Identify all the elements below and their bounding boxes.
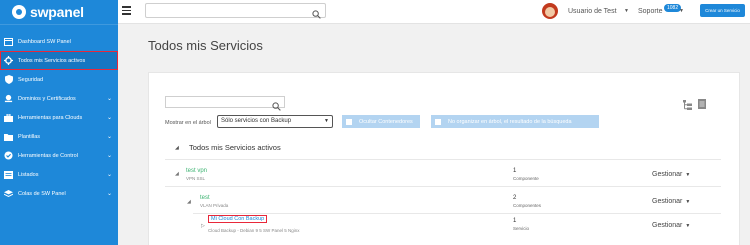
caret-down-icon[interactable]: ▼ xyxy=(624,8,629,14)
chevron-down-icon: ⌄ xyxy=(106,115,112,121)
sidebar-item-control-tools[interactable]: Herramientas de Control ⌄ xyxy=(0,146,118,165)
no-organize-toggle[interactable]: No organizar en árbol, el resultado de l… xyxy=(431,115,599,128)
service-type: VLAN Privada xyxy=(200,203,229,208)
stack-icon xyxy=(4,189,13,198)
search-input[interactable] xyxy=(145,3,326,19)
manage-button[interactable]: Gestionar ▼ xyxy=(652,171,690,178)
divider xyxy=(165,186,721,187)
folder-icon xyxy=(4,132,13,141)
collapse-triangle-icon[interactable]: ◢ xyxy=(187,199,191,205)
checkbox[interactable] xyxy=(434,117,442,126)
sidebar-item-label: Colas de SW Panel xyxy=(18,190,66,197)
sidebar-item-templates[interactable]: Plantillas ⌄ xyxy=(0,127,118,146)
toggle-label: Ocultar Contenedores xyxy=(359,118,413,125)
search-icon[interactable] xyxy=(312,6,321,24)
menu-icon[interactable] xyxy=(122,6,131,15)
shield-icon xyxy=(4,75,13,84)
component-type: Componente xyxy=(513,176,539,181)
dashboard-icon xyxy=(4,37,13,46)
create-service-button[interactable]: Crear un Servicio xyxy=(700,4,745,17)
list-icon xyxy=(4,170,13,179)
search-icon[interactable] xyxy=(272,98,281,116)
tree-filter-select[interactable]: Sólo servicios con Backup ▼ xyxy=(217,115,333,128)
chevron-down-icon: ⌄ xyxy=(106,191,112,197)
caret-down-icon: ▼ xyxy=(324,118,329,124)
sidebar-item-cloud-tools[interactable]: Herramientas para Clouds ⌄ xyxy=(0,108,118,127)
sidebar-item-label: Seguridad xyxy=(18,76,44,83)
checkbox[interactable] xyxy=(345,117,353,126)
user-name[interactable]: Usuario de Test xyxy=(568,8,617,15)
main-content: Todos mis Servicios Mostrar en el árbol … xyxy=(118,24,750,245)
caret-down-icon[interactable]: ▼ xyxy=(679,8,684,14)
globe-icon xyxy=(4,94,13,103)
page-title: Todos mis Servicios xyxy=(148,38,263,53)
component-count: 1 xyxy=(513,168,517,174)
component-type: Servicio xyxy=(513,226,530,231)
avatar[interactable] xyxy=(542,3,558,19)
logo[interactable]: swpanel xyxy=(0,0,118,24)
component-type: Componentes xyxy=(513,203,542,208)
gear-icon xyxy=(4,56,13,65)
chevron-down-icon: ⌄ xyxy=(106,134,112,140)
sidebar: swpanel Dashboard SW Panel Todos mis Ser… xyxy=(0,0,118,245)
service-name-link[interactable]: Mi Cloud Con Backup xyxy=(208,215,268,223)
sidebar-item-label: Todos mis Servicios activos xyxy=(18,57,86,64)
support-menu[interactable]: Soporte xyxy=(638,8,663,15)
sidebar-item-label: Dominios y Certificados xyxy=(18,95,76,102)
chevron-down-icon: ⌄ xyxy=(106,153,112,159)
divider xyxy=(193,213,721,214)
section-title: Todos mis Servicios activos xyxy=(189,143,281,152)
logo-mark-icon xyxy=(12,5,26,19)
sidebar-item-queues[interactable]: Colas de SW Panel ⌄ xyxy=(0,184,118,203)
manage-button[interactable]: Gestionar ▼ xyxy=(652,198,690,205)
service-name[interactable]: test xyxy=(200,195,210,201)
tree-filter-value: Sólo servicios con Backup xyxy=(221,118,292,124)
app-window: swpanel Dashboard SW Panel Todos mis Ser… xyxy=(0,0,750,245)
check-circle-icon xyxy=(4,151,13,160)
leaf-icon: ▷ xyxy=(201,223,205,229)
sidebar-item-label: Dashboard SW Panel xyxy=(18,38,71,45)
tree-view-icon[interactable] xyxy=(683,97,692,110)
service-type: VPN SSL xyxy=(186,176,206,181)
sidebar-item-label: Plantillas xyxy=(18,133,41,140)
sidebar-item-label: Listados xyxy=(18,171,39,178)
sidebar-item-label: Herramientas para Clouds xyxy=(18,114,83,121)
collapse-triangle-icon[interactable]: ◢ xyxy=(175,171,179,177)
tree-search-input[interactable] xyxy=(165,96,285,111)
logo-text: swpanel xyxy=(30,4,84,20)
chevron-down-icon: ⌄ xyxy=(106,96,112,102)
component-count: 2 xyxy=(513,195,517,201)
divider xyxy=(165,159,721,160)
sidebar-item-label: Herramientas de Control xyxy=(18,152,78,159)
show-in-tree-label: Mostrar en el árbol xyxy=(165,120,211,126)
manage-button[interactable]: Gestionar ▼ xyxy=(652,222,690,229)
toggle-label: No organizar en árbol, el resultado de l… xyxy=(448,118,572,125)
sidebar-item-domains[interactable]: Dominios y Certificados ⌄ xyxy=(0,89,118,108)
sidebar-item-dashboard[interactable]: Dashboard SW Panel xyxy=(0,32,118,51)
component-count: 1 xyxy=(513,218,517,224)
chevron-down-icon: ⌄ xyxy=(106,172,112,178)
sidebar-item-security[interactable]: Seguridad xyxy=(0,70,118,89)
sidebar-item-all-services[interactable]: Todos mis Servicios activos xyxy=(0,51,118,70)
hide-containers-toggle[interactable]: Ocultar Contenedores xyxy=(342,115,420,128)
service-type: Cloud Backup - Debian 9 5 SW Panel 5 Ngi… xyxy=(208,228,300,233)
collapse-triangle-icon[interactable]: ◢ xyxy=(175,145,179,151)
top-bar: Usuario de Test ▼ Soporte 1082 ▼ Crear u… xyxy=(118,0,750,24)
sidebar-item-listings[interactable]: Listados ⌄ xyxy=(0,165,118,184)
document-icon[interactable] xyxy=(698,96,706,109)
services-card: Mostrar en el árbol Sólo servicios con B… xyxy=(148,72,740,245)
briefcase-icon xyxy=(4,113,13,122)
service-name[interactable]: test vpn xyxy=(186,168,207,174)
